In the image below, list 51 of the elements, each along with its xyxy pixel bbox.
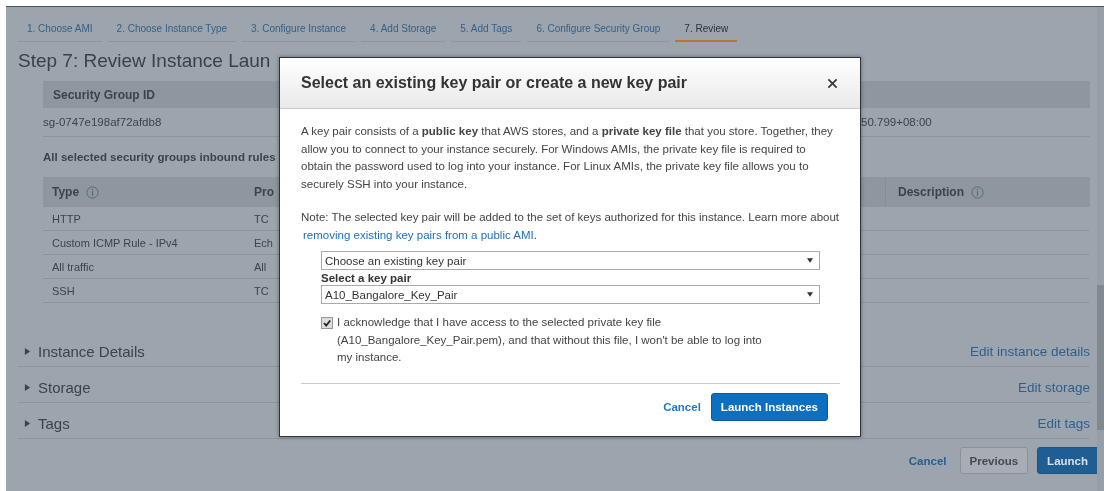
table-cell-text: HTTP (51, 212, 82, 225)
table-cell-text: SSH (51, 284, 76, 297)
section-toggle[interactable]: Tags (18, 409, 70, 432)
field-label: Select a key pair (321, 272, 413, 284)
key-pair-dropdown[interactable]: A10_Bangalore_Key_Pair (321, 285, 820, 304)
column-header: Pro (254, 185, 274, 199)
table-cell-text: sg-0747e198af72afdb8 (43, 116, 163, 128)
page-title: Step 7: Review Instance Laun (18, 50, 272, 73)
previous-button[interactable]: Previous (959, 447, 1029, 474)
wizard-tab[interactable]: 1. Choose AMI (18, 19, 102, 42)
wizard-tab[interactable]: 2. Choose Instance Type (107, 19, 237, 42)
column-header: Type (52, 185, 80, 199)
launch-button[interactable]: Launch (1037, 447, 1098, 474)
note-text: Note: The selected key pair will be added to the set of keys authorized for this instance. Learn more about removing existing key pairs from a public AMI. (301, 210, 840, 243)
column-header: Description (898, 185, 964, 199)
scrollbar[interactable] (1097, 7, 1104, 491)
info-icon[interactable] (86, 185, 100, 199)
table-cell-text: TC (253, 284, 270, 297)
table-cell-text: TC (253, 212, 270, 225)
acknowledge-checkbox[interactable] (321, 317, 333, 329)
wizard-tab[interactable]: 7. Review (675, 19, 738, 42)
learn-more-link[interactable]: removing existing key pairs from a public AMI (303, 228, 534, 241)
cancel-link[interactable]: Cancel (908, 454, 947, 467)
caret-icon (24, 419, 31, 428)
table-cell-text: All (253, 260, 268, 273)
dialog-title: Select an existing key pair or create a new key pair (301, 74, 687, 92)
close-icon[interactable] (827, 77, 838, 89)
edit-link[interactable]: Edit tags (1037, 410, 1090, 431)
wizard-tab[interactable]: 3. Configure Instance (242, 19, 356, 42)
cancel-link[interactable]: Cancel (663, 400, 701, 413)
info-icon[interactable] (971, 185, 984, 199)
key-pair-mode-dropdown[interactable]: Choose an existing key pair (321, 251, 820, 270)
column-header: Security Group ID (53, 87, 156, 102)
table-cell-text: 50.799+08:00 (861, 116, 933, 128)
edit-link[interactable]: Edit instance details (969, 338, 1090, 359)
caret-icon (807, 258, 813, 263)
caret-icon (24, 347, 31, 356)
edit-link[interactable]: Edit storage (1017, 374, 1090, 395)
launch-instances-button[interactable]: Launch Instances (710, 392, 828, 421)
wizard-tab[interactable]: 4. Add Storage (361, 19, 446, 42)
acknowledge-text: I acknowledge that I have access to the selected private key file (A10_Bangalore_Key_Pair.pem), and that without this file, I won't be able to log into my instance. (337, 315, 763, 365)
table-cell-text: Custom ICMP Rule - IPv4 (51, 236, 179, 249)
section-toggle[interactable]: Storage (18, 373, 91, 396)
caret-icon (24, 383, 31, 392)
table-cell-text: Ech (253, 236, 274, 249)
table-cell-text: All traffic (51, 260, 95, 273)
wizard-tab[interactable]: 6. Configure Security Group (527, 19, 670, 42)
wizard-tab[interactable]: 5. Add Tags (451, 19, 522, 42)
section-toggle[interactable]: Instance Details (18, 337, 145, 360)
description-text: A key pair consists of a public key that AWS stores, and a private key file that you store. Together, they allow you to connect to your instance securely. For Windows AMIs, the private key file is required to obtain the password used to log into your instance. For Linux AMIs, the private key file allows you to securely SSH into your instance. (301, 124, 834, 192)
caret-icon (807, 292, 813, 297)
